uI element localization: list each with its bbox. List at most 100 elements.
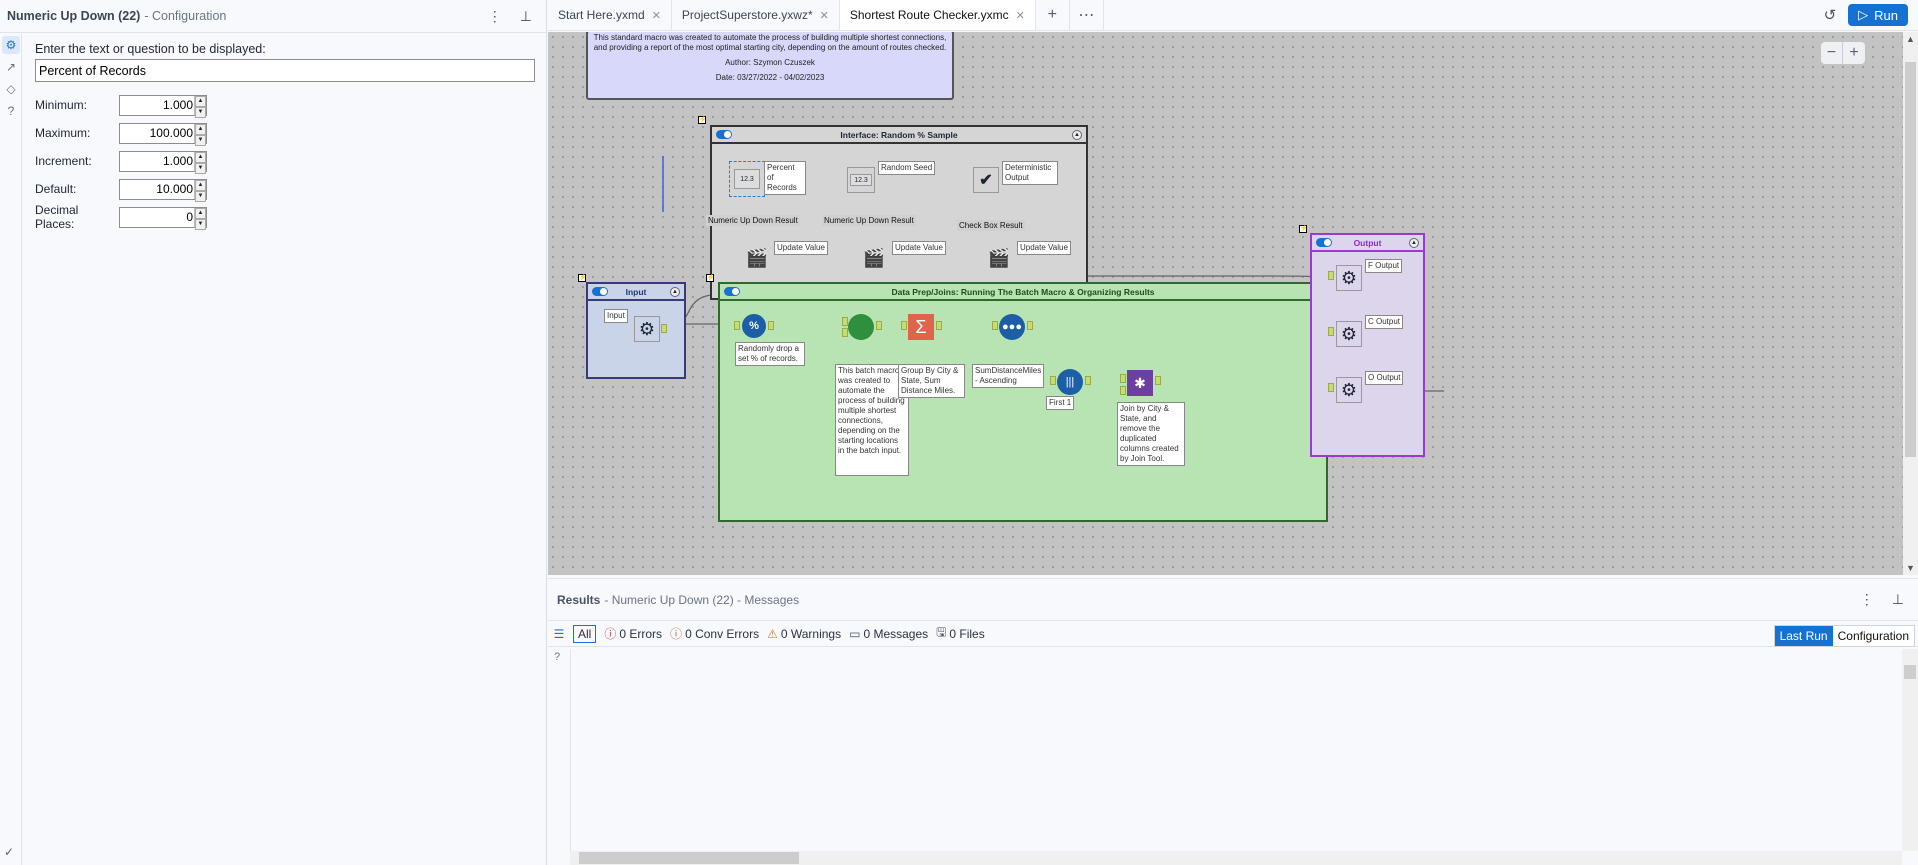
filter-files[interactable]: 🖫 0 Files bbox=[936, 623, 985, 644]
macro-output-tool[interactable]: ⚙ bbox=[1336, 265, 1362, 291]
input-anchor[interactable] bbox=[901, 321, 907, 330]
run-button[interactable]: ▷ Run bbox=[1848, 4, 1908, 26]
scroll-up-icon[interactable]: ▲ bbox=[1903, 34, 1918, 44]
container-toggle[interactable] bbox=[724, 287, 740, 296]
container-toggle[interactable] bbox=[1316, 238, 1332, 247]
scroll-thumb[interactable] bbox=[579, 852, 799, 864]
tab-start-here[interactable]: Start Here.yxmd ✕ bbox=[548, 0, 672, 30]
more-options-icon[interactable]: ⋮ bbox=[1860, 591, 1874, 608]
history-icon[interactable]: ↺ bbox=[1824, 6, 1837, 24]
input-anchor[interactable] bbox=[1328, 271, 1334, 280]
macro-output-tool[interactable]: ⚙ bbox=[1336, 321, 1362, 347]
connection-label: Numeric Up Down Result bbox=[706, 215, 800, 226]
more-options-icon[interactable]: ⋮ bbox=[488, 8, 502, 25]
results-horizontal-scrollbar[interactable] bbox=[570, 851, 1902, 865]
batch-macro-tool[interactable] bbox=[848, 314, 874, 340]
macro-output-tool[interactable]: ⚙ bbox=[1336, 377, 1362, 403]
output-container[interactable]: Output ▲ ⚙ F Output ⚙ C Output ⚙ O Outpu… bbox=[1310, 233, 1425, 457]
default-stepper[interactable]: ▲ ▼ bbox=[194, 179, 206, 202]
check-box-tool[interactable]: ✔ bbox=[973, 167, 999, 193]
filter-errors[interactable]: ⓘ 0 Errors bbox=[604, 625, 662, 642]
collapse-icon[interactable]: ▲ bbox=[670, 287, 680, 297]
maximum-stepper[interactable]: ▲ ▼ bbox=[194, 123, 206, 146]
macro-input-tool[interactable]: ⚙ bbox=[634, 316, 660, 342]
sort-tool[interactable]: ●●● bbox=[999, 314, 1025, 340]
macro-description-comment[interactable]: This standard macro was created to autom… bbox=[586, 32, 954, 100]
input-container[interactable]: Input ▲ Input ⚙ bbox=[586, 282, 686, 379]
interface-container[interactable]: Interface: Random % Sample ▲ 12.3 Percen… bbox=[706, 125, 1088, 300]
minimum-input[interactable] bbox=[120, 95, 194, 115]
collapse-icon[interactable]: ▲ bbox=[1072, 130, 1082, 140]
join-output-anchor[interactable] bbox=[1155, 376, 1161, 385]
last-run-button[interactable]: Last Run bbox=[1774, 626, 1833, 646]
zoom-in-button[interactable]: + bbox=[1843, 42, 1865, 64]
container-toggle[interactable] bbox=[592, 287, 608, 296]
filter-all[interactable]: All bbox=[573, 624, 597, 643]
tool-annotation: Join by City & State, and remove the dup… bbox=[1117, 402, 1185, 466]
message-icon: ▭ bbox=[849, 626, 861, 641]
action-clapper-icon[interactable]: 🎬 bbox=[746, 247, 768, 269]
input-anchor[interactable] bbox=[992, 321, 998, 330]
output-anchor[interactable] bbox=[1027, 321, 1033, 330]
random-sample-tool[interactable]: % bbox=[742, 314, 766, 338]
default-input[interactable] bbox=[120, 179, 194, 199]
data-prep-container[interactable]: Data Prep/Joins: Running The Batch Macro… bbox=[718, 282, 1328, 522]
pin-icon[interactable]: ⊥ bbox=[1892, 591, 1904, 608]
join-tool[interactable]: ✱ bbox=[1127, 370, 1153, 396]
pin-icon[interactable]: ⊥ bbox=[520, 8, 532, 25]
input-anchor[interactable] bbox=[842, 328, 848, 337]
maximum-input[interactable] bbox=[120, 123, 194, 143]
scroll-down-icon[interactable]: ▼ bbox=[1903, 563, 1918, 573]
workflow-canvas[interactable]: This standard macro was created to autom… bbox=[548, 32, 1903, 575]
help-icon[interactable]: ? bbox=[2, 102, 20, 120]
increment-input[interactable] bbox=[120, 151, 194, 171]
help-icon[interactable]: ? bbox=[554, 651, 560, 663]
join-left-anchor[interactable] bbox=[1120, 374, 1126, 383]
input-anchor[interactable] bbox=[1328, 327, 1334, 336]
tab-project-superstore[interactable]: ProjectSuperstore.yxwz* ✕ bbox=[672, 0, 840, 30]
results-vertical-scrollbar[interactable] bbox=[1902, 649, 1918, 851]
decimal-places-stepper[interactable]: ▲ ▼ bbox=[194, 207, 206, 230]
zoom-out-button[interactable]: − bbox=[1821, 42, 1843, 64]
filter-messages[interactable]: ▭ 0 Messages bbox=[849, 627, 928, 641]
container-toggle[interactable] bbox=[716, 130, 732, 139]
prompt-input[interactable] bbox=[35, 59, 535, 82]
collapse-icon[interactable]: ▲ bbox=[1409, 238, 1419, 248]
action-clapper-icon[interactable]: 🎬 bbox=[863, 247, 885, 269]
scroll-thumb[interactable] bbox=[1904, 665, 1916, 679]
configuration-button[interactable]: Configuration bbox=[1832, 626, 1914, 646]
decimal-places-row: Decimal Places: ▲▼ bbox=[35, 203, 534, 231]
tab-shortest-route-checker[interactable]: Shortest Route Checker.yxmc ✕ bbox=[839, 0, 1036, 30]
minimum-stepper[interactable]: ▲ ▼ bbox=[194, 95, 206, 118]
increment-stepper[interactable]: ▲ ▼ bbox=[194, 151, 206, 174]
tag-icon[interactable]: ◇ bbox=[2, 80, 20, 98]
output-anchor[interactable] bbox=[876, 321, 882, 330]
input-anchor[interactable] bbox=[734, 321, 740, 330]
decimal-places-input[interactable] bbox=[120, 207, 194, 227]
sample-tool[interactable]: ||| bbox=[1057, 369, 1083, 395]
configuration-panel: Numeric Up Down (22) - Configuration ⋮ ⊥… bbox=[0, 0, 547, 865]
canvas-vertical-scrollbar[interactable]: ▲ ▼ bbox=[1903, 32, 1918, 575]
link-icon[interactable]: ↗ bbox=[2, 58, 20, 76]
filter-conv-errors[interactable]: ⓘ 0 Conv Errors bbox=[670, 625, 759, 642]
gear-icon[interactable]: ⚙ bbox=[2, 36, 20, 54]
action-clapper-icon[interactable]: 🎬 bbox=[988, 247, 1010, 269]
list-icon[interactable]: ☰ bbox=[548, 627, 570, 641]
scroll-thumb[interactable] bbox=[1905, 62, 1916, 457]
output-anchor[interactable] bbox=[936, 321, 942, 330]
new-tab-plus-icon[interactable]: + bbox=[1036, 0, 1070, 30]
input-anchor[interactable] bbox=[1050, 376, 1056, 385]
more-tabs-icon[interactable]: ⋯ bbox=[1070, 0, 1104, 30]
close-icon[interactable]: ✕ bbox=[1016, 9, 1025, 22]
output-anchor[interactable] bbox=[768, 321, 774, 330]
filter-warnings[interactable]: ⚠ 0 Warnings bbox=[767, 627, 841, 641]
numeric-up-down-tool[interactable]: 12.3 bbox=[847, 167, 875, 193]
output-anchor[interactable] bbox=[1085, 376, 1091, 385]
close-icon[interactable]: ✕ bbox=[652, 9, 661, 22]
output-anchor[interactable] bbox=[661, 324, 667, 333]
summarize-tool[interactable]: Σ bbox=[908, 314, 934, 340]
input-anchor[interactable] bbox=[1328, 383, 1334, 392]
numeric-up-down-tool[interactable]: 12.3 bbox=[729, 161, 765, 197]
join-right-anchor[interactable] bbox=[1120, 386, 1126, 395]
close-icon[interactable]: ✕ bbox=[820, 9, 829, 22]
